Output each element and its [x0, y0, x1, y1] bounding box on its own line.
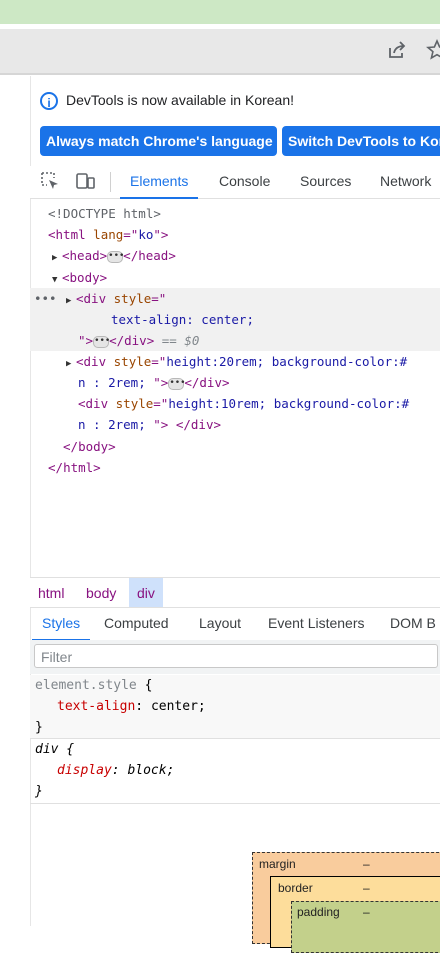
- language-notice-text: DevTools is now available in Korean!: [66, 92, 295, 108]
- tab-layout[interactable]: Layout: [199, 608, 241, 639]
- padding-value[interactable]: –: [363, 905, 370, 919]
- margin-value[interactable]: –: [363, 857, 370, 871]
- breadcrumb-div[interactable]: div: [129, 578, 163, 608]
- language-notice: i DevTools is now available in Korean!: [40, 92, 295, 111]
- dom-div3-node[interactable]: <div style="height:10rem; background-col…: [78, 393, 409, 414]
- filter-bar: Filter: [30, 640, 440, 674]
- dom-div1-close: ">•••</div> == $0: [78, 333, 200, 348]
- inspect-element-icon[interactable]: [39, 170, 61, 192]
- dom-body-close: </body>: [63, 439, 116, 454]
- tab-computed[interactable]: Computed: [104, 608, 169, 639]
- device-toolbar-icon[interactable]: [74, 170, 96, 192]
- rule1-close: }: [35, 720, 43, 735]
- style-rule-element: element.style { text-align: center; }: [30, 675, 440, 739]
- dom-html-close: </html>: [48, 460, 101, 475]
- devtools-tabbar: Elements Console Sources Network: [30, 166, 440, 199]
- info-icon: i: [40, 92, 58, 111]
- margin-label: margin: [259, 857, 296, 871]
- tab-elements[interactable]: Elements: [120, 166, 199, 199]
- breadcrumb: html body div: [30, 577, 440, 608]
- page-top-strip: [0, 0, 440, 24]
- dom-div3-cont: n : 2rem; "> </div>: [78, 417, 222, 432]
- browser-toolbar: [0, 29, 440, 75]
- rule2-close: }: [35, 784, 43, 799]
- dom-html-node[interactable]: <html lang="ko">: [48, 224, 168, 245]
- match-language-button[interactable]: Always match Chrome's language: [40, 126, 277, 156]
- styles-tabbar: Styles Computed Layout Event Listeners D…: [30, 607, 440, 641]
- tab-styles[interactable]: Styles: [32, 608, 91, 641]
- switch-language-button[interactable]: Switch DevTools to Korean: [282, 126, 440, 156]
- dom-div2-cont: n : 2rem; ">•••</div>: [78, 375, 230, 390]
- share-icon[interactable]: [386, 39, 408, 61]
- breadcrumb-body[interactable]: body: [78, 578, 124, 608]
- row-menu-icon[interactable]: •••: [34, 288, 57, 309]
- ellipsis-icon[interactable]: •••: [93, 335, 110, 348]
- breadcrumb-html[interactable]: html: [30, 578, 72, 608]
- dom-div1-style: text-align: center;: [111, 312, 254, 327]
- tab-sources[interactable]: Sources: [300, 166, 351, 197]
- tab-event-listeners[interactable]: Event Listeners: [268, 608, 365, 639]
- border-value[interactable]: –: [363, 881, 370, 895]
- tab-network[interactable]: Network: [380, 166, 431, 197]
- rule2-declaration[interactable]: display: block;: [57, 760, 174, 781]
- tab-console[interactable]: Console: [219, 166, 270, 197]
- ellipsis-icon[interactable]: •••: [107, 250, 124, 263]
- dom-doctype[interactable]: <!DOCTYPE html>: [48, 203, 161, 224]
- star-icon[interactable]: [426, 38, 440, 61]
- filter-input[interactable]: Filter: [34, 644, 438, 668]
- expand-triangle-icon[interactable]: ▶: [52, 248, 62, 269]
- tabbar-divider: [110, 172, 111, 192]
- rule2-selector[interactable]: div {: [35, 739, 74, 760]
- expand-triangle-icon[interactable]: ▶: [66, 354, 76, 375]
- expand-triangle-icon[interactable]: ▶: [66, 291, 76, 312]
- style-rule-div: div { display: block; }: [30, 739, 440, 804]
- dom-head-node[interactable]: ▶ <head>•••</head>: [52, 245, 176, 269]
- box-model-padding: padding –: [291, 901, 440, 953]
- ellipsis-icon[interactable]: •••: [168, 377, 186, 390]
- rule1-selector[interactable]: element.style {: [35, 675, 152, 696]
- padding-label: padding: [297, 905, 340, 919]
- rule1-declaration[interactable]: text-align: center;: [57, 696, 206, 717]
- tab-dom-breakpoints[interactable]: DOM B: [390, 608, 436, 639]
- border-label: border: [278, 881, 313, 895]
